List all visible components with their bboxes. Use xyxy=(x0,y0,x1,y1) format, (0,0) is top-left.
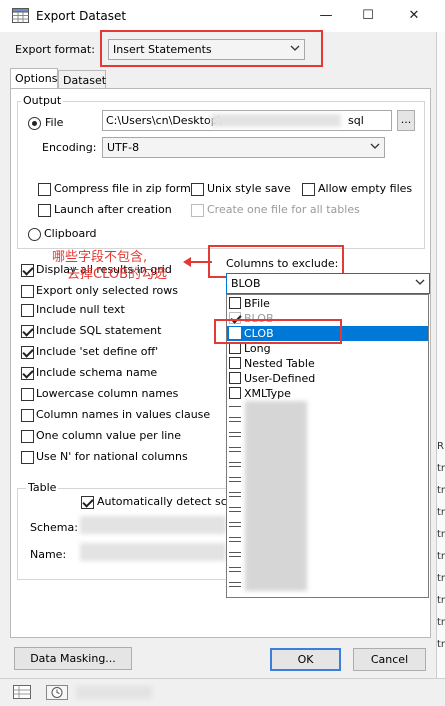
schema-name-label: Include schema name xyxy=(36,366,158,379)
cancel-button[interactable]: Cancel xyxy=(353,648,426,671)
columns-exclude-select[interactable]: BLOB xyxy=(226,273,430,294)
export-format-label: Export format: xyxy=(15,43,95,56)
null-text-label: Include null text xyxy=(36,303,125,316)
one-file-checkbox xyxy=(191,204,204,217)
chevron-down-icon xyxy=(415,279,425,285)
list-item-checkbox[interactable] xyxy=(229,372,241,384)
sql-statement-checkbox[interactable] xyxy=(21,325,34,338)
list-item-checkbox[interactable] xyxy=(229,387,241,399)
file-extension: sql xyxy=(348,114,364,127)
define-off-checkbox[interactable] xyxy=(21,346,34,359)
file-path-input[interactable]: C:\Users\cn\Desktop\ sql xyxy=(102,110,392,131)
names-in-values-checkbox[interactable] xyxy=(21,409,34,422)
background-char: tr xyxy=(437,529,445,540)
unix-save-checkbox[interactable] xyxy=(191,183,204,196)
background-char: tr xyxy=(437,617,445,628)
names-in-values-label: Column names in values clause xyxy=(36,408,211,421)
clipboard-radio[interactable] xyxy=(28,228,41,241)
one-file-label: Create one file for all tables xyxy=(207,203,360,216)
window-title: Export Dataset xyxy=(36,9,127,23)
list-item[interactable]: BFile xyxy=(227,296,428,311)
redacted-list-entries xyxy=(245,401,307,591)
export-selected-label: Export only selected rows xyxy=(36,284,178,297)
file-radio[interactable] xyxy=(28,117,41,130)
redacted-path xyxy=(211,114,341,127)
background-char: tr xyxy=(437,595,445,606)
annotation-text: 哪些字段不包含, 去掉CLOB的勾选 xyxy=(52,249,167,283)
allow-empty-checkbox[interactable] xyxy=(302,183,315,196)
redacted-status-text xyxy=(76,686,152,699)
close-icon[interactable]: ✕ xyxy=(403,6,425,26)
schema-name-checkbox[interactable] xyxy=(21,367,34,380)
dataset-export-icon xyxy=(12,8,29,23)
list-item-label: Nested Table xyxy=(244,357,315,370)
allow-empty-label: Allow empty files xyxy=(318,182,413,195)
compress-checkbox[interactable] xyxy=(38,183,51,196)
one-per-line-checkbox[interactable] xyxy=(21,430,34,443)
clipboard-label: Clipboard xyxy=(44,227,97,240)
launch-checkbox[interactable] xyxy=(38,204,51,217)
clock-icon xyxy=(46,685,68,700)
lowercase-label: Lowercase column names xyxy=(36,387,179,400)
columns-exclude-value: BLOB xyxy=(231,277,261,290)
browse-button[interactable]: ... xyxy=(397,110,415,131)
file-radio-label: File xyxy=(45,116,64,129)
annotation-arrow-icon xyxy=(183,257,212,267)
one-per-line-label: One column value per line xyxy=(36,429,182,442)
grid-icon xyxy=(13,685,31,699)
launch-label: Launch after creation xyxy=(54,203,172,216)
display-grid-checkbox[interactable] xyxy=(21,264,34,277)
national-columns-label: Use N' for national columns xyxy=(36,450,188,463)
national-columns-checkbox[interactable] xyxy=(21,451,34,464)
tab-dataset[interactable]: Dataset xyxy=(58,70,106,90)
list-item-label: User-Defined xyxy=(244,372,316,385)
clob-highlight-box xyxy=(214,319,342,344)
schema-label: Schema: xyxy=(30,521,78,534)
annotation-line-2: 去掉CLOB的勾选 xyxy=(67,267,168,282)
sql-statement-label: Include SQL statement xyxy=(36,324,162,337)
maximize-icon[interactable]: ☐ xyxy=(357,6,379,26)
name-label: Name: xyxy=(30,548,67,561)
background-char: tr xyxy=(437,485,445,496)
background-char: tr xyxy=(437,463,445,474)
list-item[interactable]: XMLType xyxy=(227,386,428,401)
name-input[interactable] xyxy=(80,543,226,561)
list-item[interactable]: User-Defined xyxy=(227,371,428,386)
define-off-label: Include 'set define off' xyxy=(36,345,159,358)
ok-button[interactable]: OK xyxy=(270,648,341,671)
list-item[interactable]: Nested Table xyxy=(227,356,428,371)
title-bar: Export Dataset — ☐ ✕ xyxy=(0,0,445,32)
list-item-checkbox[interactable] xyxy=(229,297,241,309)
encoding-select[interactable]: UTF-8 xyxy=(102,137,385,158)
annotation-line-1: 哪些字段不包含, xyxy=(52,250,148,265)
list-item-label: BFile xyxy=(244,297,270,310)
compress-label: Compress file in zip format xyxy=(54,182,202,195)
null-text-checkbox[interactable] xyxy=(21,304,34,317)
unix-save-label: Unix style save xyxy=(207,182,291,195)
background-char: tr xyxy=(437,573,445,584)
table-group-label: Table xyxy=(26,481,59,495)
output-group-label: Output xyxy=(21,94,64,108)
format-highlight-box xyxy=(100,30,323,67)
minimize-icon[interactable]: — xyxy=(315,6,337,26)
tab-options[interactable]: Options xyxy=(10,68,58,90)
export-selected-checkbox[interactable] xyxy=(21,285,34,298)
lowercase-checkbox[interactable] xyxy=(21,388,34,401)
chevron-down-icon xyxy=(370,143,380,149)
encoding-value: UTF-8 xyxy=(107,141,140,154)
auto-detect-checkbox[interactable] xyxy=(81,496,94,509)
background-char: tr xyxy=(437,551,445,562)
list-item-label: XMLType xyxy=(244,387,291,400)
background-char: tr xyxy=(437,639,445,650)
redacted-checkboxes xyxy=(229,403,241,593)
file-path-value: C:\Users\cn\Desktop\ xyxy=(106,114,222,127)
encoding-label: Encoding: xyxy=(42,141,97,154)
status-strip xyxy=(0,678,445,706)
data-masking-button[interactable]: Data Masking... xyxy=(14,647,132,670)
background-char: R xyxy=(437,441,444,452)
background-char: tr xyxy=(437,507,445,518)
schema-input[interactable] xyxy=(80,516,226,534)
list-item-checkbox[interactable] xyxy=(229,357,241,369)
